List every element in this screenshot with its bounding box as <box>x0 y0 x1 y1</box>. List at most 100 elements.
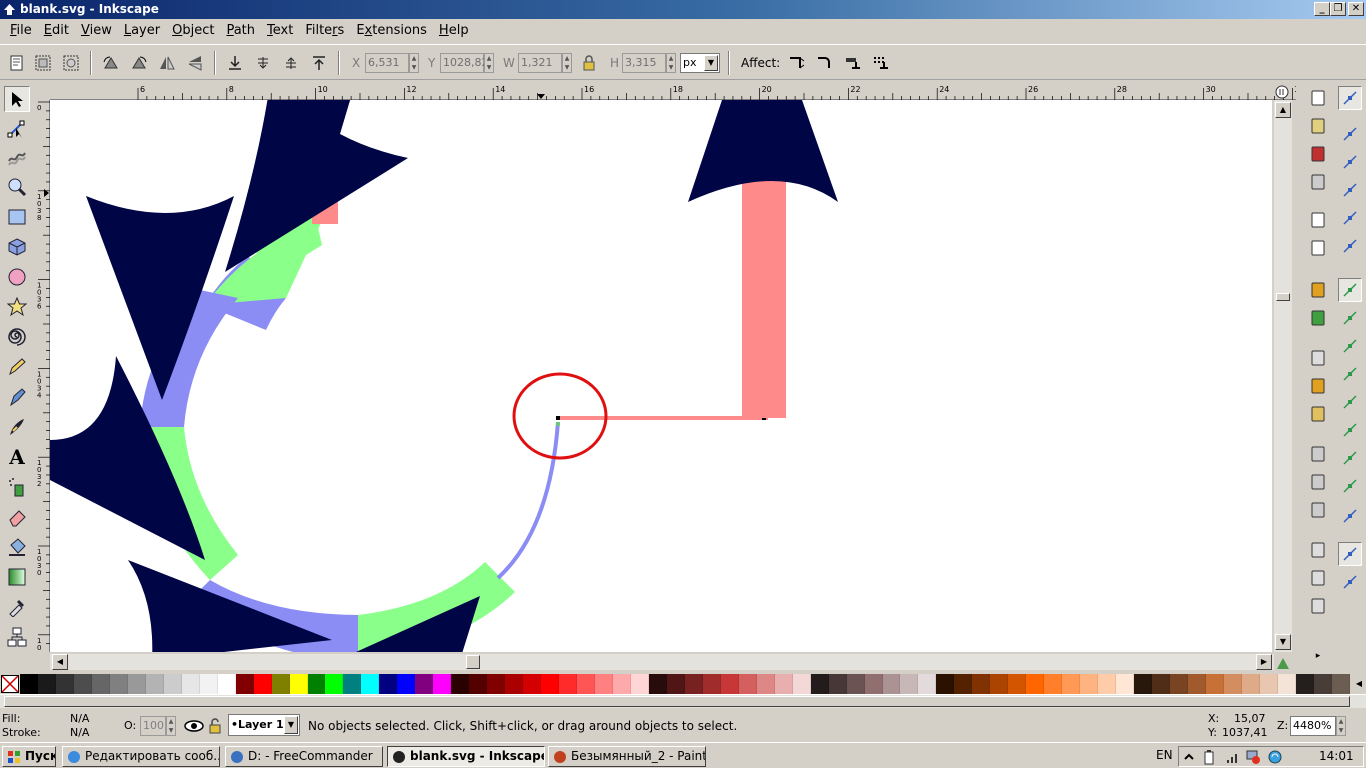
color-swatch[interactable] <box>271 674 290 694</box>
snap-guides-button[interactable] <box>1338 570 1362 594</box>
color-swatch[interactable] <box>720 674 739 694</box>
color-swatch[interactable] <box>1295 674 1314 694</box>
rectangle-tool[interactable] <box>4 204 30 230</box>
unlink-clone-button[interactable] <box>1306 594 1330 618</box>
ruler-vertical[interactable]: 0 1038 1036 1034 1032 1030 1028 <box>34 100 50 652</box>
pencil-tool[interactable] <box>4 354 30 380</box>
color-swatch[interactable] <box>1134 674 1153 694</box>
color-swatch[interactable] <box>469 674 488 694</box>
menu-help[interactable]: Help <box>433 20 475 42</box>
snap-smooth-nodes-button[interactable] <box>1338 390 1362 414</box>
minimize-button[interactable]: _ <box>1314 2 1330 16</box>
maximize-button[interactable]: ❐ <box>1330 2 1346 16</box>
spray-tool[interactable] <box>4 474 30 500</box>
w-spinner[interactable]: ▲ ▼ <box>562 53 572 73</box>
color-swatch[interactable] <box>1044 674 1063 694</box>
move-gradients-icon[interactable] <box>844 54 862 72</box>
signal-icon[interactable] <box>1225 749 1241 765</box>
chevron-down-icon[interactable]: ▼ <box>284 716 298 734</box>
color-swatch[interactable] <box>882 674 901 694</box>
3d-box-tool[interactable] <box>4 234 30 260</box>
palette-scroll-thumb[interactable] <box>4 696 1350 707</box>
w-field[interactable]: 1,321 <box>518 53 562 73</box>
menu-edit[interactable]: Edit <box>38 20 75 42</box>
color-swatch[interactable] <box>612 674 631 694</box>
color-swatch[interactable] <box>109 674 128 694</box>
color-swatch[interactable] <box>684 674 703 694</box>
eye-icon[interactable] <box>184 718 204 734</box>
color-swatch[interactable] <box>91 674 110 694</box>
color-swatch[interactable] <box>595 674 613 694</box>
menu-object[interactable]: Object <box>166 20 220 42</box>
opacity-field[interactable]: 100 <box>140 716 166 736</box>
color-swatch[interactable] <box>1241 674 1260 694</box>
color-swatch[interactable] <box>163 674 182 694</box>
lock-icon[interactable] <box>580 54 598 72</box>
menu-path[interactable]: Path <box>220 20 261 42</box>
color-swatch[interactable] <box>1116 674 1135 694</box>
calligraphy-tool[interactable] <box>4 414 30 440</box>
snap-rotation-center-button[interactable] <box>1338 474 1362 498</box>
color-swatch[interactable] <box>343 674 362 694</box>
taskbar-item[interactable]: Безымянный_2 - Paint <box>548 746 706 767</box>
color-swatch[interactable] <box>738 674 757 694</box>
cut-button[interactable] <box>1306 374 1330 398</box>
scroll-right-button[interactable]: ▶ <box>1256 654 1272 670</box>
taskbar-item[interactable]: D: - FreeCommander <box>225 746 383 767</box>
snap-grids-button[interactable] <box>1338 542 1362 566</box>
zoom-drawing-button[interactable] <box>1306 470 1330 494</box>
close-button[interactable]: ✕ <box>1348 2 1364 16</box>
color-swatch[interactable] <box>828 674 847 694</box>
clone-button[interactable] <box>1306 566 1330 590</box>
lower-icon[interactable] <box>254 54 272 72</box>
color-swatch[interactable] <box>972 674 991 694</box>
color-swatch[interactable] <box>1152 674 1170 694</box>
horizontal-scrollbar[interactable]: ◀ ▶ <box>50 654 1274 670</box>
menu-filters[interactable]: Filters <box>299 20 350 42</box>
save-document-button[interactable] <box>1306 142 1330 166</box>
snap-intersections-button[interactable] <box>1338 334 1362 358</box>
flip-vertical-icon[interactable] <box>186 54 204 72</box>
color-swatch[interactable] <box>1313 674 1332 694</box>
y-field[interactable]: 1028,82 <box>440 53 489 73</box>
snap-bbox-centers-button[interactable] <box>1338 234 1362 258</box>
color-swatch[interactable] <box>666 674 685 694</box>
h-spinner[interactable]: ▲ ▼ <box>666 53 676 73</box>
connector-tool[interactable] <box>4 624 30 650</box>
text-tool[interactable]: A <box>4 444 30 470</box>
color-swatch[interactable] <box>1008 674 1027 694</box>
export-button[interactable] <box>1306 236 1330 260</box>
tray-arrow-icon[interactable] <box>1183 750 1195 764</box>
taskbar-item[interactable]: blank.svg - Inkscape <box>387 746 545 767</box>
color-swatch[interactable] <box>756 674 775 694</box>
color-swatch[interactable] <box>864 674 883 694</box>
zoom-selection-button[interactable] <box>1306 442 1330 466</box>
ellipse-tool[interactable] <box>4 264 30 290</box>
snap-midpoints-button[interactable] <box>1338 418 1362 442</box>
color-swatch[interactable] <box>199 674 218 694</box>
color-swatch[interactable] <box>73 674 92 694</box>
rotate-cw-icon[interactable] <box>130 54 148 72</box>
arrowhead-bottom-1[interactable] <box>128 560 332 652</box>
x-field[interactable]: 6,531 <box>365 53 409 73</box>
color-swatch[interactable] <box>523 674 542 694</box>
menu-extensions[interactable]: Extensions <box>350 20 433 42</box>
color-swatch[interactable] <box>1223 674 1242 694</box>
color-swatch[interactable] <box>900 674 919 694</box>
paste-button[interactable] <box>1306 402 1330 426</box>
layer-lock-icon[interactable] <box>208 717 222 735</box>
snap-nodes-button[interactable] <box>1338 278 1362 302</box>
copy-button[interactable] <box>1306 346 1330 370</box>
undo-button[interactable] <box>1306 278 1330 302</box>
color-swatch[interactable] <box>541 674 560 694</box>
select-all-layers-icon[interactable] <box>34 54 52 72</box>
scroll-down-button[interactable]: ▼ <box>1275 634 1291 650</box>
network-icon[interactable] <box>1245 749 1261 765</box>
color-manage-icon[interactable] <box>1276 656 1290 670</box>
scale-stroke-icon[interactable] <box>788 54 806 72</box>
color-swatch[interactable] <box>810 674 829 694</box>
color-swatch[interactable] <box>253 674 272 694</box>
snap-page-button[interactable] <box>1338 504 1362 528</box>
color-swatch[interactable] <box>487 674 506 694</box>
select-all-icon[interactable] <box>8 54 26 72</box>
